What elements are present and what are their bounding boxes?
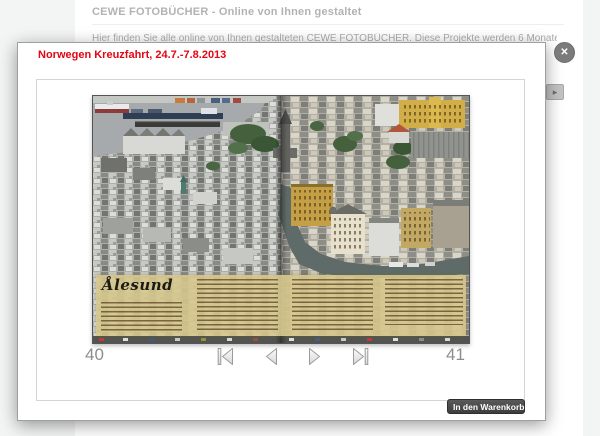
page-navigation [217,347,369,371]
next-page-button[interactable] [308,347,321,371]
caption-text-column [292,279,373,332]
caption-text-column [197,279,278,332]
previous-page-icon [265,347,278,366]
next-page-icon [308,347,321,366]
book-spread[interactable]: Ålesund [92,95,470,344]
right-page-number: 41 [446,345,465,365]
cart-arrow-icon: ▶ [527,404,532,410]
caption-text-column [101,302,182,332]
photobook-preview-dialog: Norwegen Kreuzfahrt, 24.7.-7.8.2013 [17,42,546,421]
photo-caption-box: Ålesund [96,275,466,336]
first-page-icon [217,347,234,366]
book-viewer-panel: Ålesund 40 41 [36,79,525,401]
side-next-button[interactable]: ▸ [546,84,564,100]
add-to-cart-button[interactable]: In den Warenkorb ▶ [447,399,525,414]
previous-page-button[interactable] [265,347,278,371]
caption-title: Ålesund [102,276,173,294]
caption-text-column [385,279,463,325]
last-page-button[interactable] [352,347,369,371]
add-to-cart-label: In den Warenkorb [453,402,524,412]
left-page-number: 40 [85,345,104,365]
close-button[interactable]: ✕ [554,42,575,63]
chevron-right-icon: ▸ [553,88,558,97]
close-icon: ✕ [560,47,568,58]
last-page-icon [352,347,369,366]
dialog-title: Norwegen Kreuzfahrt, 24.7.-7.8.2013 [38,49,226,61]
first-page-button[interactable] [217,347,234,371]
